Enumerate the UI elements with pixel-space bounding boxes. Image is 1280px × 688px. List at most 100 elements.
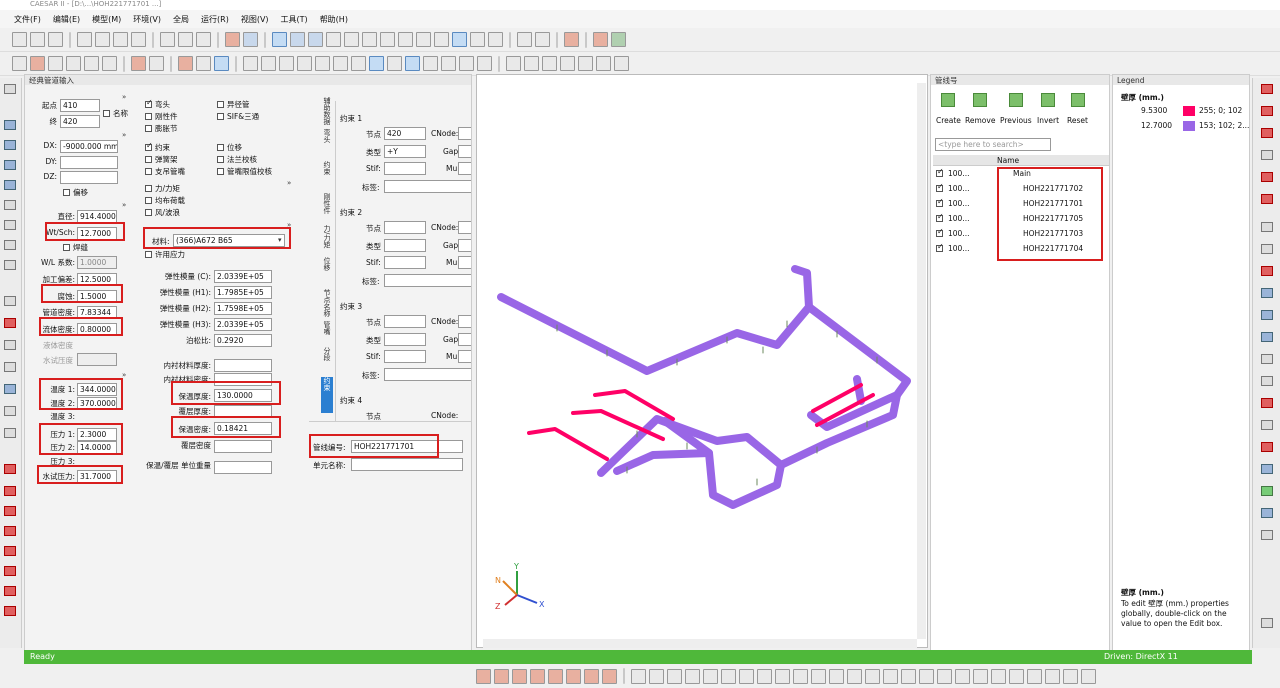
displacement-checkbox[interactable]	[217, 144, 224, 151]
node-icon[interactable]	[308, 32, 323, 47]
angle-icon[interactable]	[326, 32, 341, 47]
nozzle-limit-checkbox[interactable]	[217, 168, 224, 175]
arrow-left-icon[interactable]	[4, 120, 16, 130]
refresh-icon[interactable]	[611, 32, 626, 47]
select-icon[interactable]	[369, 56, 384, 71]
view-left-icon[interactable]	[578, 56, 593, 71]
chart-icon[interactable]	[4, 464, 16, 474]
display-icon[interactable]	[243, 32, 258, 47]
edit-icon[interactable]	[4, 340, 16, 350]
calendar-icon[interactable]	[4, 406, 16, 416]
restraint3-node-input[interactable]	[384, 315, 426, 328]
element-name-input[interactable]	[351, 458, 463, 471]
restraint3-tag-input[interactable]	[384, 368, 471, 381]
pipe-search-input[interactable]: <type here to search>	[935, 138, 1051, 151]
restraint1-stif-input[interactable]	[384, 162, 426, 175]
menu-help[interactable]: 帮助(H)	[320, 14, 348, 25]
eh1-input[interactable]: 1.7985E+05	[214, 286, 272, 299]
open-icon[interactable]	[30, 32, 45, 47]
orbit-icon[interactable]	[297, 56, 312, 71]
restraint3-type-select[interactable]	[384, 333, 426, 346]
waveform-icon[interactable]	[131, 56, 146, 71]
thermometer-icon[interactable]	[1261, 398, 1273, 408]
grid-icon[interactable]	[416, 32, 431, 47]
tool-icon[interactable]	[973, 668, 988, 684]
a-icon[interactable]	[4, 506, 16, 516]
restraint1-gap-input[interactable]	[458, 145, 471, 158]
wind-checkbox[interactable]	[145, 209, 152, 216]
tab-restraint[interactable]: 约束	[321, 161, 333, 189]
eh3-input[interactable]: 2.0339E+05	[214, 318, 272, 331]
restraint2-gap-input[interactable]	[458, 239, 471, 252]
tab-displacement[interactable]: 位移	[321, 257, 333, 285]
lining-thickness-input[interactable]	[214, 359, 272, 372]
tool-icon[interactable]	[1261, 266, 1273, 276]
report-icon[interactable]	[476, 668, 491, 684]
exit-icon[interactable]	[4, 606, 16, 616]
tab-aux-data[interactable]: 辅助数据	[321, 97, 333, 125]
paste-icon[interactable]	[113, 32, 128, 47]
chain-icon[interactable]	[4, 200, 16, 210]
tool-icon[interactable]	[1261, 128, 1273, 138]
tool-icon[interactable]	[1261, 222, 1273, 232]
tool-icon[interactable]	[1261, 376, 1273, 386]
remove-icon[interactable]	[973, 93, 987, 107]
branch-icon[interactable]	[470, 32, 485, 47]
tool-icon[interactable]	[1261, 288, 1273, 298]
axes-icon[interactable]	[452, 32, 467, 47]
tool-icon[interactable]	[991, 668, 1006, 684]
zoom-out-icon[interactable]	[261, 56, 276, 71]
menu-model[interactable]: 模型(M)	[92, 14, 121, 25]
tool-icon[interactable]	[721, 668, 736, 684]
tool-icon[interactable]	[1261, 106, 1273, 116]
hydro-density-input[interactable]	[77, 353, 117, 366]
redo-icon[interactable]	[4, 260, 16, 270]
force-checkbox[interactable]	[145, 185, 152, 192]
restraint3-gap-input[interactable]	[458, 333, 471, 346]
uniform-load-checkbox[interactable]	[145, 197, 152, 204]
tool-icon[interactable]	[757, 668, 772, 684]
zoom-in-icon[interactable]	[243, 56, 258, 71]
center-line-icon[interactable]	[441, 56, 456, 71]
sheet-icon[interactable]	[4, 296, 16, 306]
tool-icon[interactable]	[1261, 354, 1273, 364]
tool-icon[interactable]	[901, 668, 916, 684]
tool-icon[interactable]	[919, 668, 934, 684]
anchor-icon[interactable]	[344, 32, 359, 47]
ruler-icon[interactable]	[4, 428, 16, 438]
dimension-icon[interactable]	[517, 32, 532, 47]
spring-icon[interactable]	[434, 32, 449, 47]
remove-button[interactable]: Remove	[965, 116, 995, 125]
col-name-header[interactable]: Name	[997, 156, 1019, 165]
ec-input[interactable]: 2.0339E+05	[214, 270, 272, 283]
tab-force[interactable]: 力/力矩	[321, 225, 333, 253]
invert-icon[interactable]	[1041, 93, 1055, 107]
tool-icon[interactable]	[829, 668, 844, 684]
row-checkbox[interactable]	[936, 212, 944, 222]
reset-button[interactable]: Reset	[1067, 116, 1088, 125]
view-iso-icon[interactable]	[614, 56, 629, 71]
cube-icon[interactable]	[196, 56, 211, 71]
flange-checkbox[interactable]	[217, 156, 224, 163]
restraint1-type-select[interactable]: +Y	[384, 145, 426, 158]
tool-icon[interactable]	[955, 668, 970, 684]
link-icon[interactable]	[160, 32, 175, 47]
tool-icon[interactable]	[649, 668, 664, 684]
tool-icon[interactable]	[1027, 668, 1042, 684]
tool-icon[interactable]	[667, 668, 682, 684]
new-icon[interactable]	[12, 32, 27, 47]
restraint2-type-select[interactable]	[384, 239, 426, 252]
tool-icon[interactable]	[883, 668, 898, 684]
poisson-input[interactable]: 0.2920	[214, 334, 272, 347]
eh2-input[interactable]: 1.7598E+05	[214, 302, 272, 315]
pan-icon[interactable]	[315, 56, 330, 71]
select-box-icon[interactable]	[387, 56, 402, 71]
binoculars-icon[interactable]	[535, 32, 550, 47]
row-checkbox[interactable]	[936, 197, 944, 207]
tool-icon[interactable]	[1261, 486, 1273, 496]
restraint1-tag-input[interactable]	[384, 180, 471, 193]
tab-segment[interactable]: 分段	[321, 347, 333, 375]
warning-icon[interactable]	[494, 668, 509, 684]
arrow-right-icon[interactable]	[4, 180, 16, 190]
view-bottom-icon[interactable]	[560, 56, 575, 71]
